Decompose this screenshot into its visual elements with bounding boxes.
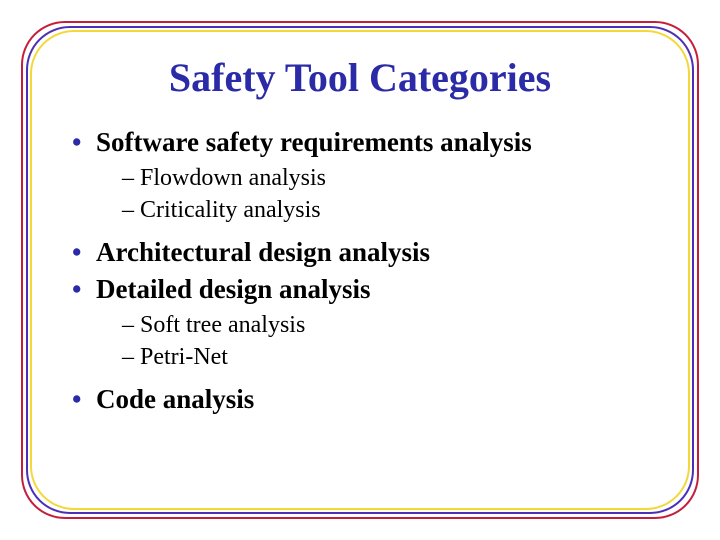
list-item: Code analysis <box>66 382 654 417</box>
slide-content: Safety Tool Categories Software safety r… <box>38 36 682 504</box>
bullet-list: Software safety requirements analysis Fl… <box>66 125 654 417</box>
list-item-label: Detailed design analysis <box>96 274 371 304</box>
list-item-label: Software safety requirements analysis <box>96 127 532 157</box>
sub-list-item: Soft tree analysis <box>122 309 654 341</box>
sub-list: Soft tree analysis Petri-Net <box>96 309 654 374</box>
sub-list: Flowdown analysis Criticality analysis <box>96 162 654 227</box>
slide-title: Safety Tool Categories <box>66 54 654 101</box>
sub-list-item: Petri-Net <box>122 341 654 373</box>
sub-list-item: Flowdown analysis <box>122 162 654 194</box>
list-item-label: Architectural design analysis <box>96 237 430 267</box>
sub-list-item: Criticality analysis <box>122 194 654 226</box>
list-item-label: Code analysis <box>96 384 254 414</box>
list-item: Detailed design analysis Soft tree analy… <box>66 272 654 374</box>
list-item: Architectural design analysis <box>66 235 654 270</box>
list-item: Software safety requirements analysis Fl… <box>66 125 654 227</box>
